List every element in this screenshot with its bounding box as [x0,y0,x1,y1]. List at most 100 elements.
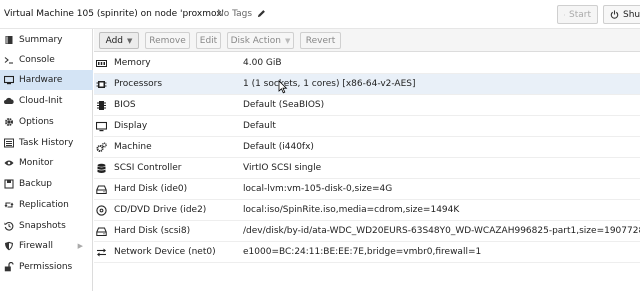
revert-label: Revert [305,35,336,46]
hardware-value: 4.00 GiB [243,58,282,68]
hardware-name: Hard Disk (ide0) [114,184,188,194]
hardware-row-scsi-controller[interactable]: SCSI Controller VirtIO SCSI single [94,158,640,179]
sidebar-item-options[interactable]: Options [0,112,93,132]
hardware-value: local:iso/SpinRite.iso,media=cdrom,size=… [243,205,460,215]
chevron-down-icon: ▼ [127,36,133,45]
tags-text: No Tags [217,9,253,19]
sidebar-item-monitor[interactable]: Monitor [0,153,93,173]
hardware-name: Memory [114,58,151,68]
mouse-cursor-icon [278,80,288,94]
cpu-icon [96,81,107,88]
sidebar-item-label: Snapshots [19,221,66,231]
start-button[interactable]: Start [557,5,598,24]
database-icon [97,163,106,173]
cdrom-icon [96,205,107,216]
desktop-icon [96,121,107,132]
hardware-row-processors[interactable]: Processors 1 (1 sockets, 1 cores) [x86-6… [94,74,640,95]
microchip-icon [97,101,106,110]
sidebar-item-label: Options [19,117,54,127]
sidebar: Summary Console Hardware Cloud-Init Opti… [0,29,93,291]
sidebar-item-label: Console [19,55,55,65]
hardware-toolbar: Add ▼ Remove Edit Disk Action ▼ Revert [94,29,640,52]
hardware-row-network-device-net0[interactable]: Network Device (net0) e1000=BC:24:11:BE:… [94,242,640,263]
hardware-name: Network Device (net0) [114,247,216,257]
sidebar-item-snapshots[interactable]: Snapshots [0,216,93,236]
exchange-icon [97,248,106,257]
add-button[interactable]: Add ▼ [99,32,139,49]
sidebar-item-replication[interactable]: Replication [0,195,93,215]
hardware-value: /dev/disk/by-id/ata-WDC_WD20EURS-63S48Y0… [243,226,640,236]
monitor-icon [4,75,14,85]
hardware-name: Machine [114,142,152,152]
sidebar-item-label: Backup [19,179,52,189]
shield-icon [5,241,13,251]
disk-action-button[interactable]: Disk Action ▼ [227,32,294,49]
remove-label: Remove [149,35,186,46]
shutdown-button[interactable]: Shu [603,5,640,24]
gear-icon [5,118,13,126]
hardware-value: e1000=BC:24:11:BE:EE:7E,bridge=vmbr0,fir… [243,247,482,257]
sidebar-item-label: Summary [19,35,63,45]
chevron-right-icon[interactable]: ▶ [78,242,83,250]
sidebar-item-console[interactable]: Console [0,50,93,70]
hardware-value: VirtIO SCSI single [243,163,322,173]
hardware-value: Default (i440fx) [243,142,314,152]
history-icon [4,221,14,231]
hardware-row-hard-disk-scsi8[interactable]: Hard Disk (scsi8) /dev/disk/by-id/ata-WD… [94,221,640,242]
sidebar-item-task-history[interactable]: Task History [0,133,93,153]
terminal-icon [4,57,13,64]
floppy-icon [4,179,14,189]
retweet-icon [4,202,14,208]
hardware-name: CD/DVD Drive (ide2) [114,205,207,215]
hardware-row-display[interactable]: Display Default [94,116,640,137]
hardware-name: Display [114,121,148,131]
hardware-value: Default [243,121,276,131]
hardware-row-machine[interactable]: Machine Default (i440fx) [94,137,640,158]
title-bar: Virtual Machine 105 (spinrite) on node '… [0,0,640,29]
sidebar-item-label: Monitor [19,158,54,168]
sidebar-item-backup[interactable]: Backup [0,174,93,194]
hardware-name: Processors [114,79,163,89]
hardware-value: 1 (1 sockets, 1 cores) [x86-64-v2-AES] [243,79,416,89]
sidebar-item-hardware[interactable]: Hardware [0,70,93,90]
sidebar-item-firewall[interactable]: Firewall ▶ [0,236,93,256]
sidebar-item-permissions[interactable]: Permissions [0,257,93,277]
hardware-row-memory[interactable]: Memory 4.00 GiB [94,53,640,74]
eye-icon [4,160,14,166]
chevron-down-icon: ▼ [285,36,291,45]
sidebar-item-label: Replication [19,200,69,210]
hardware-value: local-lvm:vm-105-disk-0,size=4G [243,184,393,194]
power-icon [610,10,619,19]
hdd-icon [96,185,107,194]
hardware-name: BIOS [114,100,136,110]
edit-button[interactable]: Edit [196,32,221,49]
edit-label: Edit [199,35,218,46]
cloud-icon [4,97,14,104]
sidebar-item-label: Firewall [19,241,53,251]
sidebar-item-summary[interactable]: Summary [0,30,93,50]
remove-button[interactable]: Remove [145,32,190,49]
book-icon [5,36,13,44]
hardware-row-bios[interactable]: BIOS Default (SeaBIOS) [94,95,640,116]
add-label: Add [105,35,124,46]
memory-icon [96,60,107,67]
hardware-row-hard-disk-ide0[interactable]: Hard Disk (ide0) local-lvm:vm-105-disk-0… [94,179,640,200]
revert-button[interactable]: Revert [300,32,341,49]
hardware-row-cd-dvd-drive-ide2[interactable]: CD/DVD Drive (ide2) local:iso/SpinRite.i… [94,200,640,221]
hardware-value: Default (SeaBIOS) [243,100,325,110]
disk-action-label: Disk Action [230,35,281,46]
sidebar-item-label: Task History [19,138,74,148]
sidebar-item-label: Cloud-Init [19,96,63,106]
hdd-icon [96,227,107,236]
cogs-icon [96,142,107,152]
pencil-icon[interactable] [257,9,266,18]
sidebar-item-cloud-init[interactable]: Cloud-Init [0,91,93,111]
tags-label[interactable]: No Tags [217,9,266,19]
unlock-icon [4,262,14,272]
hardware-name: Hard Disk (scsi8) [114,226,191,236]
sidebar-item-label: Hardware [19,75,63,85]
page-title: Virtual Machine 105 (spinrite) on node '… [4,9,225,19]
hardware-name: SCSI Controller [114,163,182,173]
sidebar-item-label: Permissions [19,262,73,272]
start-label: Start [569,9,591,20]
